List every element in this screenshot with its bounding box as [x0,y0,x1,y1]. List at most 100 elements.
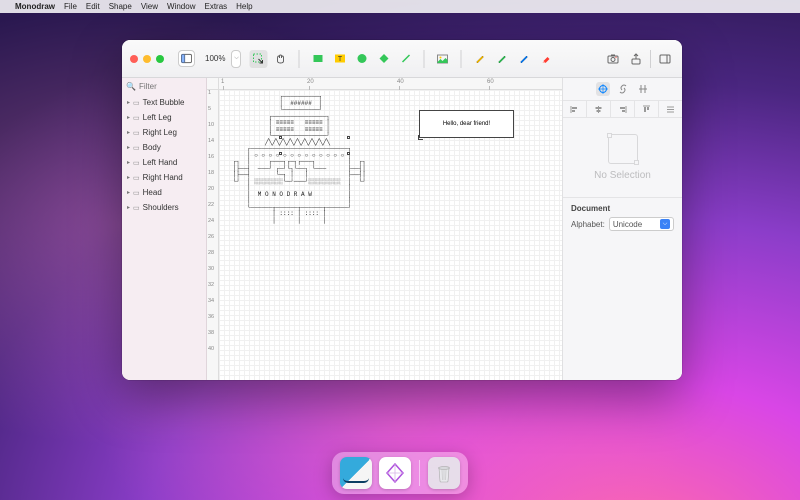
shape-item-right-hand[interactable]: ▸▭Right Hand [122,170,206,185]
ruler-mark: 30 [208,266,214,272]
diamond-tool[interactable] [375,50,393,68]
ruler-mark: 24 [208,218,214,224]
minimize-button[interactable] [143,55,151,63]
inspector-tab-attach[interactable] [616,82,630,96]
folder-icon: ▭ [133,144,140,152]
selection-handle[interactable] [347,136,350,139]
menu-shape[interactable]: Shape [109,2,132,11]
pencil-icon [474,53,485,64]
alphabet-select[interactable]: Unicode ⌵ [609,217,674,231]
snapshot-button[interactable] [604,50,622,68]
shapes-filter-input[interactable] [139,82,207,91]
upload-icon [630,53,642,65]
canvas[interactable]: ┌──────────┐ │ ###### │ └──────────┘ ┌──… [219,90,562,380]
shape-item-label: Head [143,188,162,197]
disclosure-arrow-icon: ▸ [127,204,130,211]
image-tool[interactable] [434,50,452,68]
selection-handle[interactable] [347,152,350,155]
pencil-tool-2[interactable] [493,50,511,68]
align-top-icon [642,105,651,114]
speech-bubble[interactable]: Hello, dear friend! [419,110,514,138]
maximize-button[interactable] [156,55,164,63]
pencil-tool-3[interactable] [515,50,533,68]
folder-icon: ▭ [133,204,140,212]
line-tool[interactable] [397,50,415,68]
inspector-tabs [563,78,682,101]
tool-group-shapes: T [305,50,419,68]
folder-icon: ▭ [133,99,140,107]
search-icon: 🔍 [126,82,136,91]
shape-item-left-hand[interactable]: ▸▭Left Hand [122,155,206,170]
dock-monodraw[interactable] [379,457,411,489]
zoom-level[interactable]: 100% [203,54,227,63]
menu-window[interactable]: Window [167,2,195,11]
align-center-button[interactable] [587,101,611,117]
ruler-mark: 16 [208,154,214,160]
line-icon [400,53,411,64]
dock-trash[interactable] [428,457,460,489]
selection-handle[interactable] [279,136,282,139]
zoom-stepper[interactable]: ⌵ [231,50,241,68]
sidebar-toggle-button[interactable] [178,50,195,67]
ruler-mark: 36 [208,314,214,320]
inspector-tab-position[interactable] [596,82,610,96]
pencil-tool-1[interactable] [471,50,489,68]
dock-separator [419,460,420,486]
ruler-mark: 20 [208,186,214,192]
shape-item-right-leg[interactable]: ▸▭Right Leg [122,125,206,140]
dock-finder[interactable] [340,457,372,489]
close-button[interactable] [130,55,138,63]
toolbar-center: T [246,50,559,68]
menu-view[interactable]: View [141,2,158,11]
shape-item-head[interactable]: ▸▭Head [122,185,206,200]
lines-button[interactable] [659,101,682,117]
menu-help[interactable]: Help [236,2,252,11]
separator [461,50,462,68]
ellipse-tool[interactable] [353,50,371,68]
inspector-panel: No Selection Document Alphabet: Unicode … [562,78,682,380]
ruler-mark: 32 [208,282,214,288]
disclosure-arrow-icon: ▸ [127,189,130,196]
menu-edit[interactable]: Edit [86,2,100,11]
shape-item-label: Right Leg [143,128,177,137]
menu-extras[interactable]: Extras [204,2,227,11]
tool-group-image [430,50,456,68]
ruler-corner [207,78,219,90]
align-top-button[interactable] [635,101,659,117]
speech-text: Hello, dear friend! [443,121,490,127]
shape-item-body[interactable]: ▸▭Body [122,140,206,155]
export-button[interactable] [627,50,645,68]
shape-item-label: Left Hand [143,158,178,167]
alphabet-label: Alphabet: [571,220,605,229]
shape-item-left-leg[interactable]: ▸▭Left Leg [122,110,206,125]
shape-item-text-bubble[interactable]: ▸▭Text Bubble [122,95,206,110]
align-left-button[interactable] [563,101,587,117]
ruler-mark: 14 [208,138,214,144]
alphabet-row: Alphabet: Unicode ⌵ [571,217,674,231]
shape-item-shoulders[interactable]: ▸▭Shoulders [122,200,206,215]
rectangle-tool[interactable] [309,50,327,68]
inspector-toggle-button[interactable] [656,50,674,68]
tool-group-select [246,50,294,68]
app-name[interactable]: Monodraw [15,2,55,11]
robot-drawing[interactable]: ┌──────────┐ │ ###### │ └──────────┘ ┌──… [229,94,366,224]
menu-file[interactable]: File [64,2,77,11]
text-tool[interactable]: T [331,50,349,68]
folder-icon: ▭ [133,189,140,197]
ruler-horizontal: 1204060 [219,78,562,90]
align-right-button[interactable] [611,101,635,117]
disclosure-arrow-icon: ▸ [127,129,130,136]
hand-tool[interactable] [272,50,290,68]
align-right-icon [618,105,627,114]
ruler-mark: 20 [307,79,314,85]
inspector-tab-guides[interactable] [636,82,650,96]
eraser-tool[interactable] [537,50,555,68]
selection-handle[interactable] [279,152,282,155]
guides-icon [638,84,648,94]
disclosure-arrow-icon: ▸ [127,114,130,121]
toolbar-right [604,50,674,68]
canvas-area: 1204060 15101416182022242628303234363840… [207,78,562,380]
alphabet-value: Unicode [613,220,642,229]
selection-tool[interactable] [250,50,268,68]
folder-icon: ▭ [133,159,140,167]
